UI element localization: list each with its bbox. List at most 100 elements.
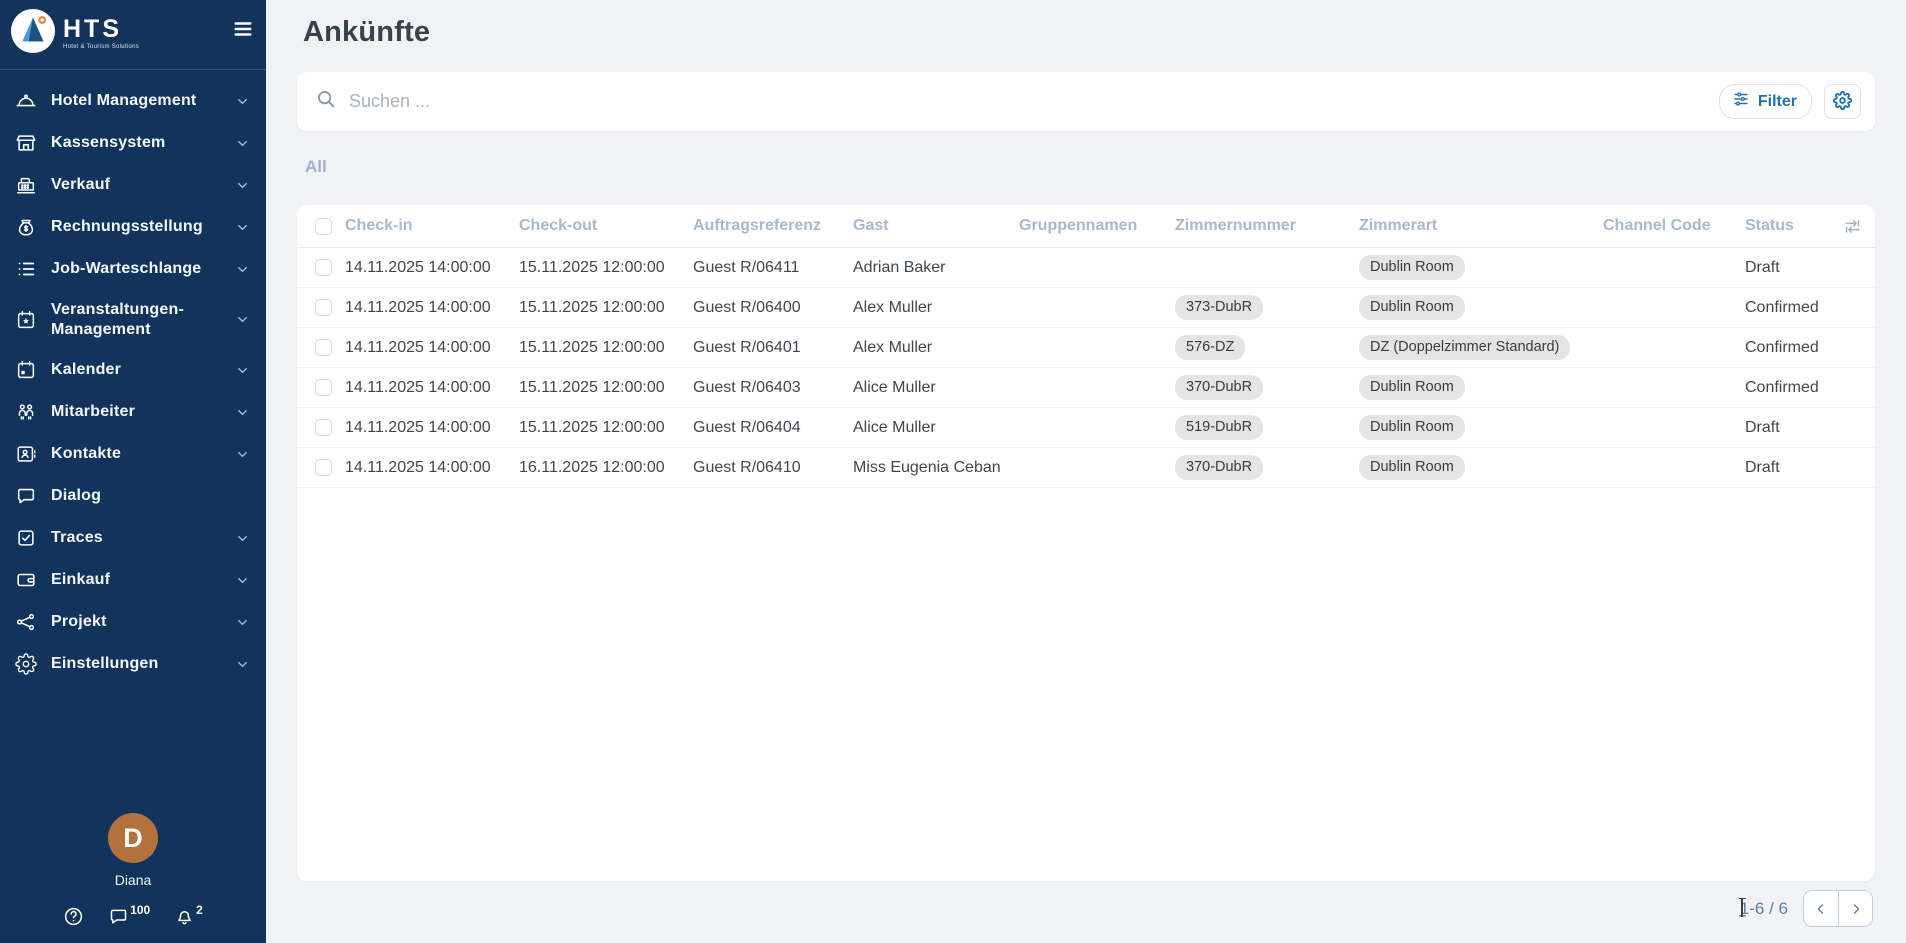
cell-reference: Guest R/06401 xyxy=(693,339,853,357)
arrivals-table: Check-in Check-out Auftragsreferenz Gast… xyxy=(297,205,1875,881)
select-all-checkbox[interactable] xyxy=(315,218,332,235)
chat-count-badge: 100 xyxy=(130,904,150,916)
row-checkbox[interactable] xyxy=(315,299,332,316)
chevron-down-icon xyxy=(235,615,250,630)
pagination-buttons xyxy=(1803,890,1873,927)
footer-icons: 100 2 xyxy=(63,906,203,927)
search-input[interactable] xyxy=(349,91,1707,112)
logo-text: HTS Hotel & Tourism Solutions xyxy=(63,17,139,50)
room-number-badge: 370-DubR xyxy=(1175,455,1263,480)
table-row[interactable]: 14.11.2025 14:00:00 15.11.2025 12:00:00 … xyxy=(297,248,1875,288)
room-number-badge: 519-DubR xyxy=(1175,415,1263,440)
sidebar-item-kalender[interactable]: Kalender xyxy=(0,349,266,391)
sidebar-item-label: Traces xyxy=(51,528,221,548)
row-checkbox[interactable] xyxy=(315,259,332,276)
chat-icon[interactable]: 100 xyxy=(108,906,150,927)
column-header-zimmerart[interactable]: Zimmerart xyxy=(1359,217,1603,235)
cell-guest: Alice Muller xyxy=(853,379,1019,397)
wallet-icon xyxy=(15,569,37,591)
sidebar-item-kassensystem[interactable]: Kassensystem xyxy=(0,122,266,164)
cell-room-type: Dublin Room xyxy=(1359,415,1603,440)
sidebar-item-dialog[interactable]: Dialog xyxy=(0,475,266,517)
list-icon xyxy=(15,258,37,280)
table-row[interactable]: 14.11.2025 14:00:00 15.11.2025 12:00:00 … xyxy=(297,288,1875,328)
table-row[interactable]: 14.11.2025 14:00:00 15.11.2025 12:00:00 … xyxy=(297,408,1875,448)
avatar-initial: D xyxy=(123,823,143,854)
sidebar-item-mitarbeiter[interactable]: Mitarbeiter xyxy=(0,391,266,433)
room-number-badge: 370-DubR xyxy=(1175,375,1263,400)
sidebar-item-job-warteschlange[interactable]: Job-Warteschlange xyxy=(0,248,266,290)
cell-guest: Adrian Baker xyxy=(853,259,1019,277)
hamburger-menu-icon[interactable] xyxy=(232,18,254,45)
cell-room-type: Dublin Room xyxy=(1359,455,1603,480)
column-header-check-out[interactable]: Check-out xyxy=(519,217,693,235)
cell-status: Draft xyxy=(1745,259,1833,277)
cell-check-out: 15.11.2025 12:00:00 xyxy=(519,379,693,397)
tab-all[interactable]: All xyxy=(305,157,327,176)
next-page-button[interactable] xyxy=(1838,891,1872,926)
gear-icon xyxy=(1833,91,1852,113)
column-header-check-in[interactable]: Check-in xyxy=(345,217,519,235)
pagination: 1-6 / 6 xyxy=(297,890,1875,927)
sidebar-item-traces[interactable]: Traces xyxy=(0,517,266,559)
sidebar-item-verkauf[interactable]: Verkauf xyxy=(0,164,266,206)
contact-card-icon xyxy=(15,443,37,465)
filter-button[interactable]: Filter xyxy=(1719,84,1812,119)
money-bag-icon xyxy=(15,216,37,238)
cell-reference: Guest R/06404 xyxy=(693,419,853,437)
column-header-zimmernummer[interactable]: Zimmernummer xyxy=(1175,217,1359,235)
avatar[interactable]: D xyxy=(108,813,158,863)
chevron-down-icon xyxy=(235,573,250,588)
cash-register-icon xyxy=(15,174,37,196)
gear-icon xyxy=(15,653,37,675)
sidebar: HTS Hotel & Tourism Solutions Hotel Mana… xyxy=(0,0,266,943)
row-checkbox[interactable] xyxy=(315,339,332,356)
network-nodes-icon xyxy=(15,611,37,633)
sidebar-item-label: Dialog xyxy=(51,486,250,506)
column-header-gast[interactable]: Gast xyxy=(853,217,1019,235)
cell-room-number: 519-DubR xyxy=(1175,415,1359,440)
room-type-badge: Dublin Room xyxy=(1359,415,1465,440)
chevron-down-icon xyxy=(235,405,250,420)
column-header-gruppennamen[interactable]: Gruppennamen xyxy=(1019,217,1175,235)
speech-bubble-icon xyxy=(15,485,37,507)
sidebar-item-einstellungen[interactable]: Einstellungen xyxy=(0,643,266,685)
row-checkbox[interactable] xyxy=(315,459,332,476)
sidebar-item-einkauf[interactable]: Einkauf xyxy=(0,559,266,601)
help-icon[interactable] xyxy=(63,906,84,927)
table-row[interactable]: 14.11.2025 14:00:00 15.11.2025 12:00:00 … xyxy=(297,368,1875,408)
tabs-row: All xyxy=(305,157,1875,177)
previous-page-button[interactable] xyxy=(1804,891,1838,926)
sidebar-menu: Hotel Management Kassensystem Verkauf xyxy=(0,70,266,685)
sidebar-item-rechnungsstellung[interactable]: Rechnungsstellung xyxy=(0,206,266,248)
column-header-auftragsreferenz[interactable]: Auftragsreferenz xyxy=(693,217,853,235)
cell-check-out: 15.11.2025 12:00:00 xyxy=(519,419,693,437)
search-icon xyxy=(315,88,337,115)
row-checkbox[interactable] xyxy=(315,419,332,436)
list-settings-button[interactable] xyxy=(1824,84,1861,119)
cell-status: Draft xyxy=(1745,419,1833,437)
cell-reference: Guest R/06403 xyxy=(693,379,853,397)
sidebar-item-label: Verkauf xyxy=(51,175,221,195)
table-row[interactable]: 14.11.2025 14:00:00 15.11.2025 12:00:00 … xyxy=(297,328,1875,368)
column-header-status[interactable]: Status xyxy=(1745,217,1833,235)
app-logo[interactable]: HTS Hotel & Tourism Solutions xyxy=(10,8,139,59)
chevron-down-icon xyxy=(235,262,250,277)
sidebar-item-label: Kassensystem xyxy=(51,133,221,153)
sidebar-item-projekt[interactable]: Projekt xyxy=(0,601,266,643)
cell-guest: Alice Muller xyxy=(853,419,1019,437)
chevron-down-icon xyxy=(235,363,250,378)
room-type-badge: DZ (Doppelzimmer Standard) xyxy=(1359,335,1570,360)
sidebar-item-veranstaltungen-management[interactable]: Veranstaltungen-Management xyxy=(0,290,266,349)
username: Diana xyxy=(115,872,152,888)
column-settings-icon[interactable] xyxy=(1833,217,1875,236)
chevron-down-icon xyxy=(235,447,250,462)
bell-icon[interactable]: 2 xyxy=(174,906,203,927)
cell-room-number: 370-DubR xyxy=(1175,455,1359,480)
sidebar-item-kontakte[interactable]: Kontakte xyxy=(0,433,266,475)
row-checkbox[interactable] xyxy=(315,379,332,396)
table-row[interactable]: 14.11.2025 14:00:00 16.11.2025 12:00:00 … xyxy=(297,448,1875,488)
column-header-channel-code[interactable]: Channel Code xyxy=(1603,217,1745,235)
sidebar-item-hotel-management[interactable]: Hotel Management xyxy=(0,80,266,122)
cloche-icon xyxy=(15,90,37,112)
